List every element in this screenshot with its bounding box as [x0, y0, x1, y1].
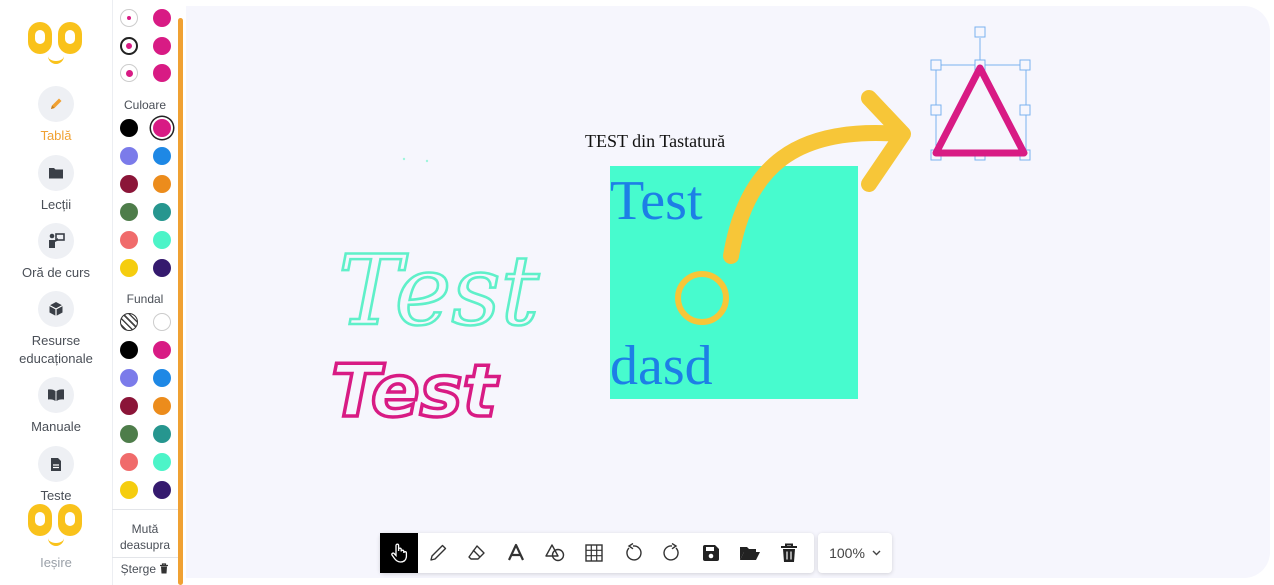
eraser-icon — [468, 545, 485, 560]
nav-item-manuale[interactable]: Manuale — [0, 377, 112, 436]
background-swatch[interactable] — [153, 425, 171, 443]
background-swatch[interactable] — [120, 369, 138, 387]
nav-label: Teste — [40, 488, 72, 503]
color-swatch[interactable] — [120, 231, 138, 249]
background-swatch[interactable] — [153, 341, 171, 359]
shapes-tool-button[interactable] — [536, 533, 574, 573]
palette-scrollbar[interactable] — [178, 18, 183, 585]
logo-top — [28, 22, 84, 66]
box-text-top: Test — [610, 170, 703, 232]
color-swatch[interactable] — [153, 119, 171, 137]
open-folder-icon — [740, 547, 760, 560]
nav-label: Ieșire — [40, 555, 72, 570]
redo-icon — [663, 543, 679, 561]
zoom-select[interactable]: 100% — [818, 533, 892, 573]
background-swatch[interactable] — [153, 397, 171, 415]
delete-button[interactable]: Șterge — [112, 562, 178, 576]
trash-icon — [781, 543, 797, 562]
nav-item-lectii[interactable]: Lecții — [0, 155, 112, 214]
hand-tool-button[interactable] — [380, 533, 418, 573]
stray-dot — [425, 159, 429, 163]
background-swatch[interactable] — [120, 397, 138, 415]
grid-tool-button[interactable] — [575, 533, 613, 573]
color-swatch[interactable] — [120, 175, 138, 193]
color-swatch[interactable] — [153, 231, 171, 249]
background-swatch[interactable] — [120, 453, 138, 471]
hand-icon — [391, 543, 408, 563]
clear-button[interactable] — [770, 533, 808, 573]
keyboard-text: TEST din Tastatură — [585, 131, 725, 151]
open-button[interactable] — [731, 533, 769, 573]
cube-icon — [38, 291, 74, 327]
background-swatch[interactable] — [120, 481, 138, 499]
background-swatch[interactable] — [153, 481, 171, 499]
stroke-size-medium-fill[interactable] — [153, 37, 171, 55]
nav-label: Manuale — [31, 419, 81, 434]
shapes-icon — [545, 544, 565, 562]
background-swatch[interactable] — [120, 341, 138, 359]
divider — [112, 509, 178, 510]
teacher-icon — [38, 223, 74, 259]
nav-item-teste[interactable]: Teste — [0, 446, 112, 505]
undo-button[interactable] — [614, 533, 652, 573]
save-button[interactable] — [692, 533, 730, 573]
redo-button[interactable] — [653, 533, 691, 573]
handwriting-pink: Test — [331, 349, 500, 433]
whiteboard-canvas[interactable]: Test Test TEST din Tastatură Test dasd — [186, 6, 1270, 578]
color-swatch[interactable] — [120, 259, 138, 277]
grid-icon — [585, 544, 603, 562]
background-heading: Fundal — [126, 292, 164, 306]
logo-bottom — [28, 504, 84, 548]
main-nav: Tablă Lecții Oră de curs Resurse educați… — [0, 0, 112, 585]
book-icon — [38, 377, 74, 413]
color-swatch[interactable] — [120, 203, 138, 221]
nav-item-tabla[interactable]: Tablă — [0, 86, 112, 145]
bring-front-button[interactable]: Mută deasupra — [112, 521, 178, 553]
undo-icon — [626, 543, 642, 561]
divider — [112, 557, 178, 558]
color-swatch[interactable] — [153, 147, 171, 165]
nav-label: Resurse educaționale — [19, 333, 93, 366]
stroke-size-large-outline[interactable] — [120, 64, 138, 82]
bottom-toolbar — [380, 533, 814, 573]
background-white-swatch[interactable] — [153, 313, 171, 331]
folder-icon — [38, 155, 74, 191]
color-swatch[interactable] — [153, 175, 171, 193]
save-icon — [703, 545, 719, 561]
nav-label: Oră de curs — [22, 265, 90, 280]
canvas-drawing: Test Test TEST din Tastatură Test dasd — [329, 26, 1031, 435]
handwriting-mint: Test — [338, 235, 540, 347]
stroke-size-small-fill[interactable] — [153, 9, 171, 27]
pink-triangle — [932, 64, 1028, 157]
zoom-value: 100% — [829, 545, 865, 561]
document-icon — [38, 446, 74, 482]
nav-label: Lecții — [40, 197, 72, 212]
nav-label: Tablă — [40, 128, 72, 143]
nav-item-resurse[interactable]: Resurse educaționale — [0, 291, 112, 368]
nav-item-ora-de-curs[interactable]: Oră de curs — [0, 223, 112, 282]
background-swatch[interactable] — [120, 425, 138, 443]
color-swatch[interactable] — [153, 203, 171, 221]
stray-dot — [402, 157, 406, 161]
trash-icon — [160, 563, 169, 574]
stroke-size-small-outline[interactable] — [120, 9, 138, 27]
pencil-tool-button[interactable] — [419, 533, 457, 573]
stroke-size-medium-outline[interactable] — [120, 37, 138, 55]
background-swatch[interactable] — [153, 453, 171, 471]
box-text-bottom: dasd — [610, 335, 713, 397]
text-icon — [508, 543, 524, 561]
color-heading: Culoare — [123, 98, 167, 112]
color-swatch[interactable] — [120, 147, 138, 165]
stroke-size-large-fill[interactable] — [153, 64, 171, 82]
text-tool-button[interactable] — [497, 533, 535, 573]
background-swatch[interactable] — [153, 369, 171, 387]
color-swatch[interactable] — [120, 119, 138, 137]
eraser-tool-button[interactable] — [458, 533, 496, 573]
chevron-down-icon — [872, 550, 881, 556]
delete-label: Șterge — [120, 562, 156, 576]
pencil-icon — [430, 544, 447, 561]
color-swatch[interactable] — [153, 259, 171, 277]
pencil-icon — [38, 86, 74, 122]
background-transparent-swatch[interactable] — [120, 313, 138, 331]
